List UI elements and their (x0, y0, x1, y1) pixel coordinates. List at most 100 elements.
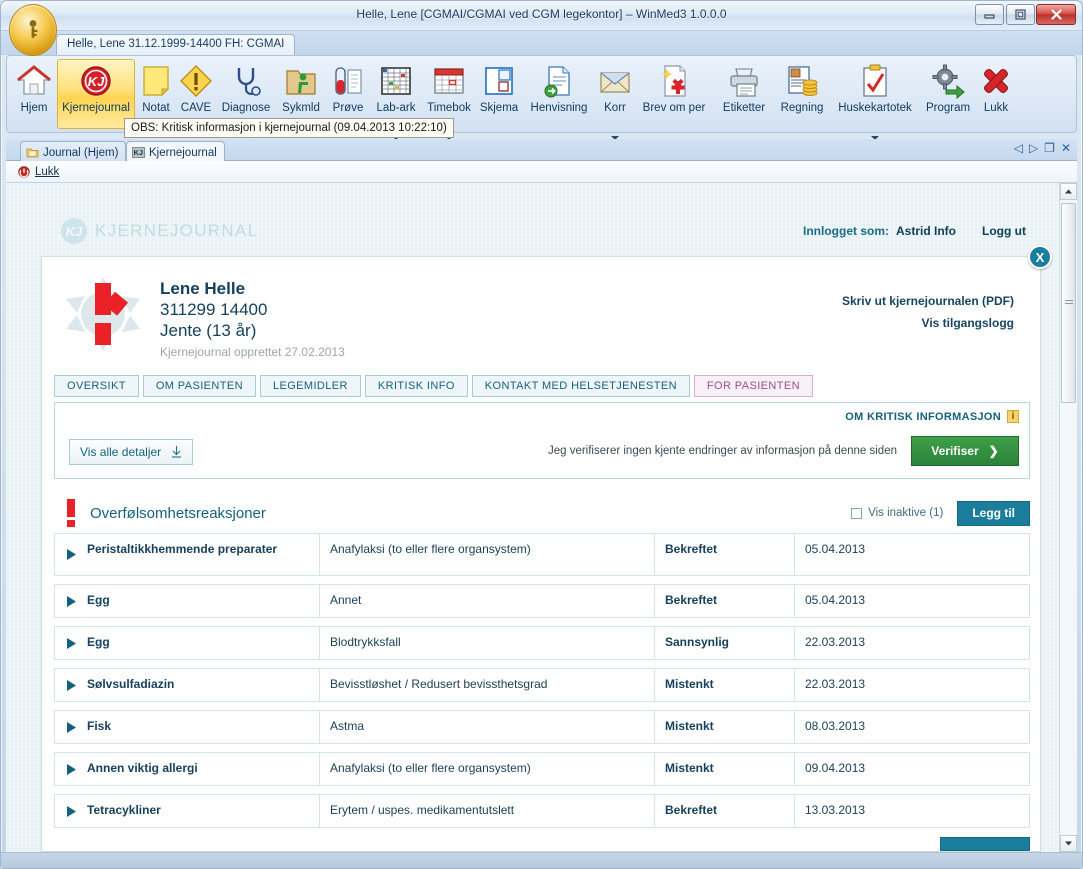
ribbon-button-label: Huskekartotek (838, 102, 912, 114)
section-tab-label: KONTAKT MED HELSETJENESTEN (484, 380, 677, 392)
application-menu-orb[interactable] (9, 4, 57, 56)
ribbon-button-etiketter[interactable]: Etiketter (715, 59, 773, 129)
restore-icon[interactable]: ❐ (1044, 142, 1055, 154)
ribbon-button-label: Lukk (983, 102, 1009, 114)
application-window: Helle, Lene [CGMAI/CGMAI ved CGM legekon… (0, 0, 1083, 869)
kj-badge-icon: KJ (132, 147, 145, 158)
cell-status: Bekreftet (654, 795, 794, 827)
table-row[interactable]: Egg Blodtrykksfall Sannsynlig 22.03.2013 (54, 626, 1030, 660)
expand-row-arrow-icon[interactable] (66, 763, 77, 776)
patient-tab-strip: Helle, Lene 31.12.1999-14400 FH: CGMAI (1, 31, 1082, 55)
envelope-icon (600, 72, 630, 93)
row-expand-toggle[interactable] (55, 627, 87, 659)
row-expand-toggle[interactable] (55, 795, 87, 827)
cell-agent: Sølvsulfadiazin (87, 677, 175, 691)
expand-row-arrow-icon[interactable] (66, 548, 77, 561)
patient-tab[interactable]: Helle, Lene 31.12.1999-14400 FH: CGMAI (56, 34, 296, 55)
section-tab-kontakt-med-helsetjenesten[interactable]: KONTAKT MED HELSETJENESTEN (471, 375, 690, 397)
allergy-section-header: Overfølsomhetsreaksjoner Vis inaktive (1… (54, 495, 1030, 531)
scroll-up-button[interactable] (1060, 183, 1077, 200)
chevron-up-icon (1065, 189, 1072, 194)
minimize-button[interactable] (975, 4, 1004, 25)
allergy-section-title: Overfølsomhetsreaksjoner (90, 504, 266, 522)
ribbon-button-label: Kjernejournal (62, 102, 130, 114)
ribbon-button-label: CAVE (180, 102, 212, 114)
ribbon-button-program[interactable]: Program (921, 59, 975, 129)
allergy-section-actions: Vis inaktive (1) Legg til (851, 500, 1030, 526)
table-row[interactable]: Annen viktig allergi Anafylaksi (to eller… (54, 752, 1030, 786)
ribbon-button-brev-om-per[interactable]: Brev om per (635, 59, 713, 129)
printer-icon (730, 68, 758, 97)
row-expand-toggle[interactable] (55, 669, 87, 701)
page-background: KJ KJERNEJOURNAL Innlogget som: Astrid I… (6, 183, 1059, 852)
ribbon-button-hjem[interactable]: Hjem (13, 59, 55, 129)
ribbon-button-huskekartotek[interactable]: Huskekartotek (831, 59, 919, 140)
info-icon[interactable]: i (1007, 410, 1019, 423)
chevron-down-icon (1065, 841, 1072, 846)
journal-tab-bar: Journal (Hjem) KJ Kjernejournal ◁ ▷ ❐ ✕ (6, 139, 1077, 161)
scrollbar-thumb[interactable] (1061, 203, 1076, 403)
chevron-right-icon: ❯ (988, 444, 999, 458)
logout-link[interactable]: Logg ut (982, 224, 1026, 238)
about-critical-info[interactable]: OM KRITISK INFORMASJON i (845, 410, 1019, 423)
cell-date: 08.03.2013 (794, 711, 1029, 743)
card-close-button[interactable]: X (1028, 245, 1052, 269)
next-icon[interactable]: ▷ (1029, 142, 1038, 154)
logged-in-user: Astrid Info (896, 224, 957, 238)
prev-icon[interactable]: ◁ (1014, 142, 1023, 154)
close-button[interactable] (1036, 4, 1076, 25)
show-inactive-checkbox[interactable]: Vis inaktive (1) (851, 507, 943, 519)
row-expand-toggle[interactable] (55, 585, 87, 617)
show-all-details-button[interactable]: Vis alle detaljer (69, 439, 194, 465)
access-log-link[interactable]: Vis tilgangslogg (842, 312, 1014, 334)
section-tab-for-pasienten[interactable]: FOR PASIENTEN (693, 375, 813, 397)
patient-name: Lene Helle (160, 279, 246, 298)
expand-row-arrow-icon[interactable] (66, 637, 77, 650)
ribbon-button-korr[interactable]: Korr (597, 59, 633, 140)
cell-agent: Egg (87, 593, 110, 607)
next-section-button[interactable] (940, 837, 1030, 851)
expand-row-arrow-icon[interactable] (66, 595, 77, 608)
print-journal-link[interactable]: Skriv ut kjernejournalen (PDF) (842, 290, 1014, 312)
table-row[interactable]: Peristaltikkhemmende preparater Anafylaks… (54, 533, 1030, 576)
section-tab-label: OVERSIKT (67, 380, 126, 392)
close-icon[interactable]: ✕ (1061, 142, 1071, 154)
expand-row-arrow-icon[interactable] (66, 679, 77, 692)
minimize-icon (984, 14, 995, 19)
ribbon-button-label: Lab-ark (376, 102, 416, 114)
section-tab-om-pasienten[interactable]: OM PASIENTEN (142, 375, 256, 397)
ribbon-button-regning[interactable]: Regning (775, 59, 829, 129)
table-row[interactable]: Fisk Astma Mistenkt 08.03.2013 (54, 710, 1030, 744)
row-expand-toggle[interactable] (55, 711, 87, 743)
window-bottom-frame (1, 852, 1082, 868)
section-tabs: OVERSIKT OM PASIENTEN LEGEMIDLER KRITISK IN… (54, 375, 813, 397)
cell-agent: Egg (87, 635, 110, 649)
lukk-link[interactable]: Lukk (35, 166, 59, 178)
ribbon-button-label: Skjema (479, 102, 519, 114)
section-tab-oversikt[interactable]: OVERSIKT (54, 375, 139, 397)
cell-reaction: Annet (319, 585, 654, 617)
ribbon-button-skjema[interactable]: Skjema (477, 59, 521, 129)
ribbon-button-henvisning[interactable]: Henvisning (523, 59, 595, 129)
kjernejournal-content: KJ KJERNEJOURNAL Innlogget som: Astrid I… (6, 183, 1077, 852)
journal-tab-controls: ◁ ▷ ❐ ✕ (1014, 142, 1071, 154)
scroll-down-button[interactable] (1060, 835, 1077, 852)
page-scrollbar[interactable] (1059, 183, 1077, 852)
maximize-button[interactable] (1006, 4, 1035, 25)
section-tab-kritisk-info[interactable]: KRITISK INFO (364, 375, 468, 397)
table-row[interactable]: Egg Annet Bekreftet 05.04.2013 (54, 584, 1030, 618)
table-row[interactable]: Sølvsulfadiazin Bevisstløshet / Redusert … (54, 668, 1030, 702)
row-expand-toggle[interactable] (55, 753, 87, 785)
expand-row-arrow-icon[interactable] (66, 805, 77, 818)
verify-button[interactable]: Verifiser ❯ (911, 436, 1019, 466)
add-button[interactable]: Legg til (957, 500, 1030, 526)
table-row[interactable]: Tetracykliner Erytem / uspes. medikamentu… (54, 794, 1030, 828)
tab-kjernejournal[interactable]: KJ Kjernejournal (126, 141, 225, 161)
ribbon-button-lukk[interactable]: Lukk (977, 59, 1015, 129)
row-expand-toggle[interactable] (55, 534, 87, 575)
ribbon-button-label: Diagnose (221, 102, 271, 114)
expand-row-arrow-icon[interactable] (66, 721, 77, 734)
spreadsheet-icon (381, 67, 411, 95)
section-tab-legemidler[interactable]: LEGEMIDLER (259, 375, 361, 397)
tab-journal-hjem[interactable]: Journal (Hjem) (20, 141, 127, 161)
